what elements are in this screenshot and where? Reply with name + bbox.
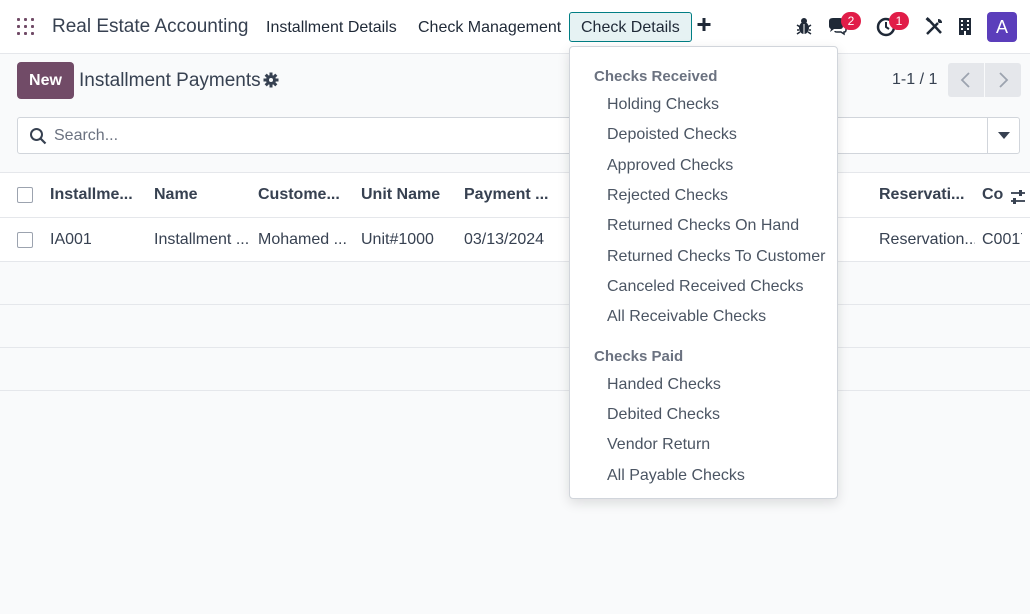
pager-next-button[interactable] (985, 63, 1021, 97)
app-title[interactable]: Real Estate Accounting (52, 16, 248, 38)
cell-installment: IA001 (50, 230, 92, 248)
plus-icon[interactable] (696, 16, 712, 34)
menu-installment-details[interactable]: Installment Details (266, 19, 397, 37)
empty-row (0, 305, 1030, 348)
empty-row (0, 262, 1030, 305)
menu-check-details[interactable]: Check Details (569, 12, 692, 42)
activities-count-badge: 1 (889, 12, 909, 30)
menu-returned-checks-to-customer[interactable]: Returned Checks To Customer (607, 248, 825, 266)
cell-unit-name: Unit#1000 (361, 230, 434, 248)
menu-approved-checks[interactable]: Approved Checks (607, 157, 733, 175)
column-header-installment[interactable]: Installme... (50, 173, 148, 217)
menu-all-receivable-checks[interactable]: All Receivable Checks (607, 308, 766, 326)
menu-handed-checks[interactable]: Handed Checks (607, 376, 721, 394)
column-header-name[interactable]: Name (154, 173, 250, 217)
pager-value[interactable]: 1-1 / 1 (892, 71, 937, 89)
pager-previous-button[interactable] (948, 63, 984, 97)
menu-canceled-received-checks[interactable]: Canceled Received Checks (607, 278, 804, 296)
cell-payment-date: 03/13/2024 (464, 230, 545, 248)
check-details-dropdown: Checks Received Holding Checks Depoisted… (569, 46, 838, 499)
messages-count-badge: 2 (841, 12, 861, 30)
menu-all-payable-checks[interactable]: All Payable Checks (607, 467, 745, 485)
menu-holding-checks[interactable]: Holding Checks (607, 96, 719, 114)
search-input[interactable] (54, 126, 554, 146)
menu-rejected-checks[interactable]: Rejected Checks (607, 187, 728, 205)
menu-debited-checks[interactable]: Debited Checks (607, 406, 720, 424)
column-header-reservation[interactable]: Reservati... (879, 173, 975, 217)
select-all-checkbox[interactable] (17, 187, 33, 203)
cell-customer: Mohamed ... (258, 230, 347, 248)
column-header-customer[interactable]: Custome... (258, 173, 354, 217)
debug-bug-icon[interactable] (794, 15, 814, 37)
menu-vendor-return[interactable]: Vendor Return (607, 436, 710, 454)
menu-returned-checks-on-hand[interactable]: Returned Checks On Hand (607, 217, 799, 235)
cell-name: Installment ... (154, 230, 250, 248)
column-header-payment[interactable]: Payment ... (464, 173, 564, 217)
table-row[interactable]: IA001 Installment ... Mohamed ... Unit#1… (0, 218, 1030, 262)
chevron-right-icon (999, 72, 1009, 88)
search-options-toggle[interactable] (987, 118, 1019, 153)
gear-icon[interactable] (263, 72, 279, 88)
menu-deposited-checks[interactable]: Depoisted Checks (607, 126, 737, 144)
company-building-icon[interactable] (955, 15, 975, 37)
page-title: Installment Payments (79, 70, 261, 91)
installment-list: Installme... Name Custome... Unit Name P… (0, 172, 1030, 391)
chevron-left-icon (960, 72, 970, 88)
menu-check-management[interactable]: Check Management (418, 19, 561, 37)
search-bar (17, 117, 1020, 154)
new-button[interactable]: New (17, 62, 74, 99)
user-avatar[interactable]: A (987, 12, 1017, 42)
row-checkbox[interactable] (17, 231, 33, 248)
cell-code: C0017 (982, 230, 1022, 248)
empty-row (0, 348, 1030, 391)
apps-grid-icon[interactable] (17, 18, 34, 35)
column-header-unit-name[interactable]: Unit Name (361, 173, 457, 217)
search-icon (30, 128, 47, 145)
cell-reservation: Reservation... (879, 230, 975, 248)
caret-down-icon (998, 132, 1010, 139)
tools-icon[interactable] (924, 15, 944, 37)
optional-columns-sliders-icon[interactable] (1010, 189, 1026, 205)
section-checks-received: Checks Received (594, 68, 718, 85)
section-checks-paid: Checks Paid (594, 348, 684, 365)
table-header-row: Installme... Name Custome... Unit Name P… (0, 172, 1030, 218)
top-navbar: Real Estate Accounting Installment Detai… (0, 0, 1030, 54)
